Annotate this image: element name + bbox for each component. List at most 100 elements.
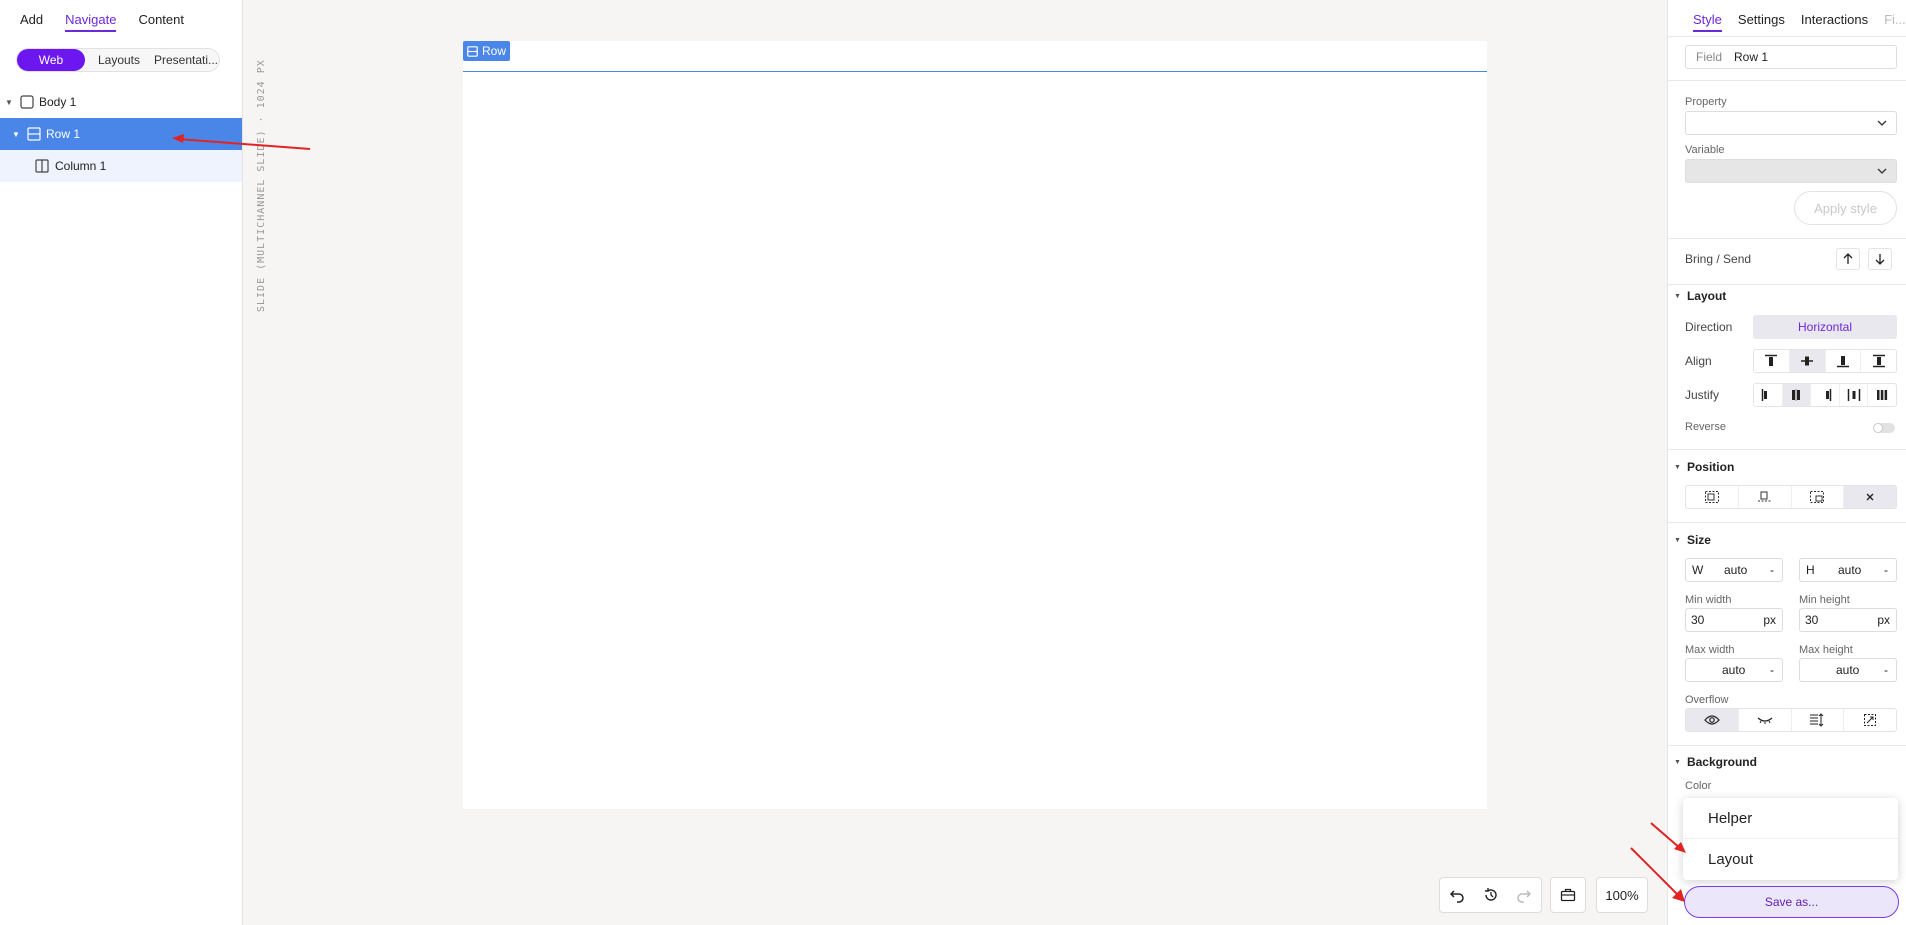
chevron-down-icon <box>1877 168 1887 174</box>
min-height-unit[interactable]: px <box>1877 613 1890 627</box>
color-label: Color <box>1685 780 1712 792</box>
justify-end-button[interactable] <box>1811 384 1840 406</box>
undo-button[interactable] <box>1440 878 1474 912</box>
chevron-down-icon <box>1877 120 1887 126</box>
width-unit[interactable]: - <box>1770 563 1774 577</box>
background-section-header[interactable]: ▼ Background <box>1674 755 1757 769</box>
position-title: Position <box>1686 460 1735 474</box>
overflow-auto-button[interactable] <box>1844 709 1896 731</box>
height-unit[interactable]: - <box>1884 563 1888 577</box>
bring-forward-button[interactable] <box>1836 248 1860 270</box>
expand-caret-icon[interactable]: ▼ <box>12 130 20 139</box>
layout-section-header[interactable]: ▼ Layout <box>1674 289 1726 303</box>
min-width-unit[interactable]: px <box>1763 613 1776 627</box>
overflow-visible-button[interactable] <box>1686 709 1739 731</box>
overflow-hidden-button[interactable] <box>1739 709 1792 731</box>
bring-send-label: Bring / Send <box>1685 252 1752 266</box>
save-as-menu: Helper Layout <box>1683 798 1898 880</box>
align-bottom-icon <box>1836 356 1849 368</box>
max-width-input[interactable]: auto - <box>1685 658 1783 682</box>
save-as-button[interactable]: Save as... <box>1684 886 1899 918</box>
column-layout-icon <box>35 159 49 173</box>
position-relative-button[interactable] <box>1686 486 1739 508</box>
checkbox-square-icon <box>20 95 34 109</box>
expand-caret-icon[interactable]: ▼ <box>5 98 13 107</box>
align-center-button[interactable] <box>1789 350 1826 372</box>
align-stretch-button[interactable] <box>1861 350 1896 372</box>
apply-style-button[interactable]: Apply style <box>1794 191 1897 225</box>
tree-item-label: Body 1 <box>39 95 77 109</box>
direction-toggle[interactable]: Horizontal <box>1753 315 1897 339</box>
height-input[interactable]: H auto - <box>1799 558 1897 582</box>
collapse-caret-icon: ▼ <box>1674 292 1681 300</box>
tree-item-row[interactable]: ▼ Row 1 <box>0 118 242 150</box>
tab-settings[interactable]: Settings <box>1738 12 1785 32</box>
position-none-button[interactable] <box>1844 486 1896 508</box>
segment-web[interactable]: Web <box>17 49 85 71</box>
max-width-unit[interactable]: - <box>1770 663 1774 677</box>
divider <box>1668 80 1906 81</box>
property-select[interactable] <box>1685 111 1897 135</box>
align-top-button[interactable] <box>1754 350 1790 372</box>
tree-item-body[interactable]: ▼ Body 1 <box>0 86 242 118</box>
app-root: Add Navigate Content Web Layouts Present… <box>0 0 1906 925</box>
menu-item-helper[interactable]: Helper <box>1683 798 1898 839</box>
row-outline <box>463 71 1487 72</box>
variable-label: Variable <box>1685 144 1725 156</box>
row-layout-icon <box>467 45 478 57</box>
tree-item-column[interactable]: Column 1 <box>0 150 242 182</box>
background-title: Background <box>1686 755 1757 769</box>
divider <box>1668 449 1906 450</box>
layout-title: Layout <box>1686 289 1727 303</box>
field-input[interactable]: Field Row 1 <box>1685 45 1897 69</box>
tab-style[interactable]: Style <box>1693 12 1722 32</box>
reverse-toggle[interactable] <box>1873 423 1895 433</box>
position-fixed-button[interactable] <box>1792 486 1845 508</box>
size-section-header[interactable]: ▼ Size <box>1674 533 1711 547</box>
max-height-label: Max height <box>1799 644 1853 656</box>
tab-more[interactable]: Fi... <box>1884 12 1906 32</box>
scroll-icon <box>1810 713 1824 727</box>
menu-item-layout[interactable]: Layout <box>1683 839 1898 880</box>
left-tabs: Add Navigate Content <box>20 12 184 32</box>
width-label: W <box>1692 563 1704 577</box>
zoom-level[interactable]: 100% <box>1596 877 1648 913</box>
briefcase-button[interactable] <box>1551 878 1585 912</box>
field-label: Field <box>1696 50 1723 64</box>
justify-start-button[interactable] <box>1754 384 1783 406</box>
overflow-scroll-button[interactable] <box>1792 709 1845 731</box>
mode-segmented-control: Web Layouts Presentati... <box>16 48 220 72</box>
min-height-input[interactable]: 30 px <box>1799 608 1897 632</box>
position-section-header[interactable]: ▼ Position <box>1674 460 1734 474</box>
justify-between-button[interactable] <box>1840 384 1869 406</box>
history-toolbar <box>1439 877 1542 913</box>
tab-interactions[interactable]: Interactions <box>1801 12 1868 32</box>
tab-navigate[interactable]: Navigate <box>65 12 117 32</box>
segment-presentations[interactable]: Presentati... <box>153 49 219 71</box>
align-center-icon <box>1801 356 1814 366</box>
segment-layouts[interactable]: Layouts <box>85 49 153 71</box>
align-bottom-button[interactable] <box>1826 350 1862 372</box>
slide-canvas[interactable]: Row <box>463 41 1487 809</box>
row-tag[interactable]: Row <box>463 41 511 61</box>
min-height-value: 30 <box>1805 613 1819 627</box>
redo-button[interactable] <box>1507 878 1541 912</box>
position-absolute-button[interactable] <box>1739 486 1792 508</box>
max-height-unit[interactable]: - <box>1884 663 1888 677</box>
height-label: H <box>1806 563 1815 577</box>
justify-center-button[interactable] <box>1782 384 1812 406</box>
variable-select[interactable] <box>1685 159 1897 183</box>
history-button[interactable] <box>1474 878 1508 912</box>
justify-around-button[interactable] <box>1868 384 1896 406</box>
row-layout-icon <box>27 127 41 141</box>
width-input[interactable]: W auto - <box>1685 558 1783 582</box>
max-height-input[interactable]: auto - <box>1799 658 1897 682</box>
collapse-caret-icon: ▼ <box>1674 536 1681 544</box>
min-width-input[interactable]: 30 px <box>1685 608 1783 632</box>
tab-add[interactable]: Add <box>20 12 43 32</box>
eye-closed-icon <box>1757 717 1773 724</box>
send-backward-button[interactable] <box>1868 248 1892 270</box>
align-options <box>1753 349 1897 373</box>
width-value: auto <box>1724 563 1748 577</box>
tab-content[interactable]: Content <box>138 12 184 32</box>
